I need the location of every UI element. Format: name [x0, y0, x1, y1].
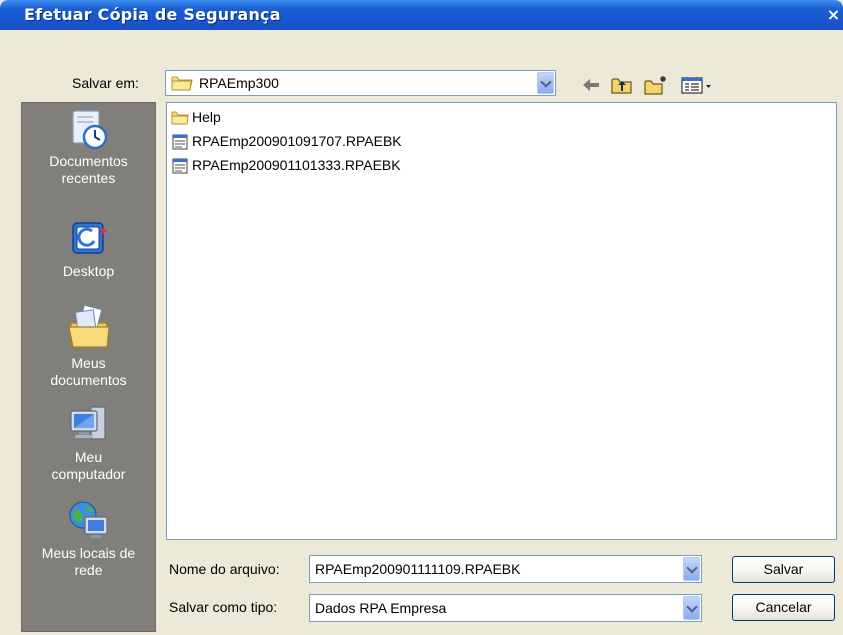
desktop-icon: [67, 217, 111, 261]
list-item[interactable]: Help: [171, 106, 221, 128]
my-computer-icon: [67, 403, 111, 447]
place-desktop[interactable]: Desktop: [22, 217, 155, 280]
place-recent-documents[interactable]: Documentos recentes: [22, 107, 155, 187]
place-my-computer[interactable]: Meu computador: [22, 403, 155, 483]
filename-label: Nome do arquivo:: [169, 561, 280, 577]
place-recent-documents-label: Documentos recentes: [49, 153, 128, 186]
folder-icon: [171, 75, 193, 91]
my-documents-icon: [67, 301, 111, 351]
file-icon: [171, 158, 189, 174]
filetype-value: Dados RPA Empresa: [315, 600, 447, 616]
place-my-documents[interactable]: Meus documentos: [22, 301, 155, 389]
place-network-places-label: Meus locais de rede: [41, 545, 136, 578]
file-list[interactable]: Help RPAEmp200901091707.RPAEBK RPAEmp200…: [166, 102, 837, 540]
places-bar: Documentos recentes Desktop Meus documen…: [21, 102, 156, 632]
file-name: RPAEmp200901091707.RPAEBK: [192, 133, 402, 149]
filename-value: RPAEmp200901111109.RPAEBK: [315, 561, 521, 577]
network-places-icon: [67, 499, 111, 543]
place-my-documents-label: Meus documentos: [50, 355, 127, 388]
file-name: Help: [192, 109, 221, 125]
filename-dropdown-button[interactable]: [683, 557, 700, 581]
list-item[interactable]: RPAEmp200901101333.RPAEBK: [171, 154, 401, 176]
save-in-value: RPAEmp300: [199, 75, 279, 91]
up-one-level-icon[interactable]: [610, 74, 634, 96]
filetype-dropdown-button[interactable]: [683, 596, 700, 620]
save-in-label: Salvar em:: [72, 75, 139, 91]
save-dialog: Efetuar Cópia de Segurança × Salvar em: …: [0, 0, 843, 635]
filetype-label: Salvar como tipo:: [169, 599, 278, 615]
title-bar[interactable]: Efetuar Cópia de Segurança ×: [0, 0, 843, 30]
place-desktop-label: Desktop: [62, 263, 115, 279]
save-in-dropdown[interactable]: RPAEmp300: [165, 70, 556, 96]
filename-input[interactable]: RPAEmp200901111109.RPAEBK: [309, 555, 702, 583]
new-folder-icon[interactable]: [643, 74, 669, 96]
file-icon: [171, 134, 189, 150]
filetype-dropdown[interactable]: Dados RPA Empresa: [309, 594, 702, 622]
back-arrow-icon[interactable]: [580, 74, 602, 96]
recent-documents-icon: [67, 107, 111, 151]
place-network-places[interactable]: Meus locais de rede: [22, 499, 155, 579]
place-my-computer-label: Meu computador: [51, 449, 126, 482]
list-item[interactable]: RPAEmp200901091707.RPAEBK: [171, 130, 402, 152]
close-icon[interactable]: ×: [824, 4, 843, 26]
save-button[interactable]: Salvar: [732, 556, 835, 583]
folder-icon: [171, 110, 189, 126]
dialog-title: Efetuar Cópia de Segurança: [24, 5, 281, 24]
file-name: RPAEmp200901101333.RPAEBK: [192, 157, 401, 173]
cancel-button[interactable]: Cancelar: [732, 594, 835, 621]
view-menu-icon[interactable]: [680, 74, 714, 96]
save-in-dropdown-button[interactable]: [537, 72, 554, 94]
